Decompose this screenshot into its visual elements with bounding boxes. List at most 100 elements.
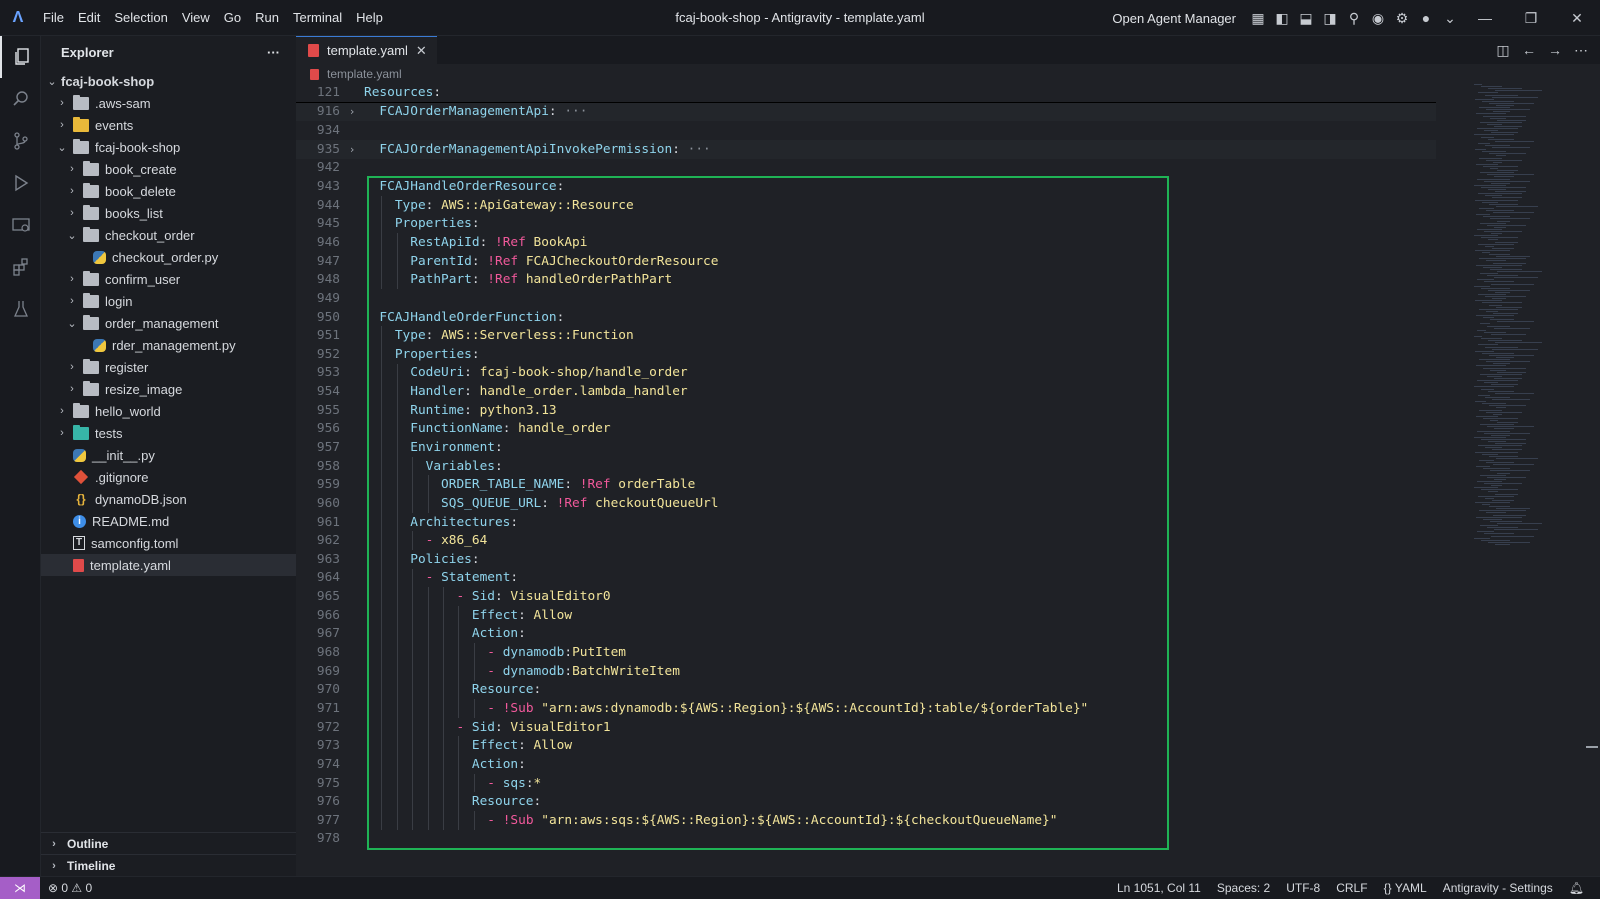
- tree-item[interactable]: Tsamconfig.toml: [41, 532, 296, 554]
- bell-icon[interactable]: 🔔︎: [1561, 881, 1592, 895]
- code-line[interactable]: 950 FCAJHandleOrderFunction:: [296, 308, 1436, 327]
- code-line[interactable]: 972 - Sid: VisualEditor1: [296, 717, 1436, 737]
- code-line[interactable]: 945 Properties:: [296, 214, 1436, 234]
- tree-item[interactable]: › .aws-sam: [41, 92, 296, 114]
- tree-item[interactable]: rder_management.py: [41, 334, 296, 356]
- tree-item[interactable]: {} dynamoDB.json: [41, 488, 296, 510]
- menu-terminal[interactable]: Terminal: [286, 0, 349, 36]
- tree-item[interactable]: template.yaml: [41, 554, 296, 576]
- code-line[interactable]: 949: [296, 289, 1436, 308]
- minimap[interactable]: [1470, 84, 1600, 874]
- restore-button[interactable]: ❐: [1508, 0, 1554, 36]
- tree-item[interactable]: checkout_order.py: [41, 246, 296, 268]
- outline-section[interactable]: › Outline: [41, 832, 296, 854]
- more-actions-icon[interactable]: ···: [267, 45, 280, 60]
- more-actions-icon[interactable]: ⋯: [1568, 42, 1594, 59]
- end-of-line[interactable]: CRLF: [1328, 881, 1375, 895]
- source-control-icon[interactable]: [0, 120, 41, 162]
- code-line[interactable]: 952 Properties:: [296, 344, 1436, 364]
- encoding[interactable]: UTF-8: [1278, 881, 1328, 895]
- avatar[interactable]: ●: [1414, 0, 1438, 36]
- go-forward-icon[interactable]: →: [1542, 42, 1568, 58]
- code-editor[interactable]: 121 Resources: 916 › FCAJOrderManagementApi…: [296, 84, 1436, 848]
- go-back-icon[interactable]: ←: [1516, 42, 1542, 58]
- breadcrumb-file[interactable]: template.yaml: [327, 67, 402, 81]
- close-window-button[interactable]: ✕: [1554, 0, 1600, 36]
- browser-icon[interactable]: ◉: [1366, 0, 1390, 36]
- tree-item[interactable]: › register: [41, 356, 296, 378]
- code-line[interactable]: 967 Action:: [296, 624, 1436, 644]
- code-line[interactable]: 954 Handler: handle_order.lambda_handler: [296, 382, 1436, 401]
- open-agent-manager-button[interactable]: Open Agent Manager: [1112, 11, 1236, 26]
- timeline-section[interactable]: › Timeline: [41, 854, 296, 876]
- code-line[interactable]: 961 Architectures:: [296, 512, 1436, 532]
- code-line[interactable]: 965 - Sid: VisualEditor0: [296, 587, 1436, 606]
- search-icon[interactable]: [0, 78, 41, 120]
- code-line[interactable]: 957 Environment:: [296, 438, 1436, 457]
- fold-chevron-icon[interactable]: ›: [340, 143, 364, 156]
- tree-root-folder[interactable]: ⌄ fcaj-book-shop: [41, 70, 296, 92]
- tree-item[interactable]: › login: [41, 290, 296, 312]
- tree-item[interactable]: ⌄ fcaj-book-shop: [41, 136, 296, 158]
- tree-item[interactable]: ⌄ order_management: [41, 312, 296, 334]
- tree-item[interactable]: › books_list: [41, 202, 296, 224]
- code-line[interactable]: 953 CodeUri: fcaj-book-shop/handle_order: [296, 363, 1436, 383]
- fold-chevron-icon[interactable]: ›: [340, 105, 364, 118]
- toggle-panel-icon[interactable]: ⬓: [1294, 0, 1318, 36]
- remote-explorer-icon[interactable]: [0, 204, 41, 246]
- code-line[interactable]: 948 PathPart: !Ref handleOrderPathPart: [296, 270, 1436, 290]
- language-mode[interactable]: {} YAML: [1376, 881, 1435, 895]
- cursor-position[interactable]: Ln 1051, Col 11: [1109, 881, 1209, 895]
- toggle-sidebar-icon[interactable]: ◧: [1270, 0, 1294, 36]
- code-line[interactable]: 935 › FCAJOrderManagementApiInvokePermiss…: [296, 139, 1436, 159]
- code-line[interactable]: 956 FunctionName: handle_order: [296, 419, 1436, 439]
- code-line[interactable]: 970 Resource:: [296, 680, 1436, 700]
- code-line[interactable]: 964 - Statement:: [296, 568, 1436, 588]
- indentation[interactable]: Spaces: 2: [1209, 881, 1278, 895]
- tab-template-yaml[interactable]: template.yaml ✕: [296, 36, 437, 64]
- code-line[interactable]: 944 Type: AWS::ApiGateway::Resource: [296, 195, 1436, 215]
- code-line[interactable]: 971 - !Sub "arn:aws:dynamodb:${AWS::Regi…: [296, 699, 1436, 718]
- code-line[interactable]: 975 - sqs:*: [296, 773, 1436, 793]
- tree-item[interactable]: ⌄ checkout_order: [41, 224, 296, 246]
- code-line[interactable]: 951 Type: AWS::Serverless::Function: [296, 326, 1436, 345]
- search-icon[interactable]: ⚲: [1342, 0, 1366, 36]
- code-line[interactable]: 977 - !Sub "arn:aws:sqs:${AWS::Region}:$…: [296, 810, 1436, 830]
- code-line[interactable]: 969 - dynamodb:BatchWriteItem: [296, 661, 1436, 681]
- code-line[interactable]: 973 Effect: Allow: [296, 736, 1436, 756]
- extensions-icon[interactable]: [0, 246, 41, 288]
- layout-icon[interactable]: ▦: [1246, 0, 1270, 36]
- code-line[interactable]: 962 - x86_64: [296, 531, 1436, 551]
- menu-selection[interactable]: Selection: [107, 0, 174, 36]
- menu-run[interactable]: Run: [248, 0, 286, 36]
- tree-item[interactable]: › hello_world: [41, 400, 296, 422]
- gear-icon[interactable]: ⚙: [1390, 0, 1414, 36]
- scrollbar-marker[interactable]: [1586, 746, 1598, 748]
- settings-link[interactable]: Antigravity - Settings: [1435, 881, 1561, 895]
- tree-item[interactable]: › resize_image: [41, 378, 296, 400]
- code-line[interactable]: 943 FCAJHandleOrderResource:: [296, 177, 1436, 196]
- explorer-icon[interactable]: [0, 36, 41, 78]
- code-line[interactable]: 942: [296, 159, 1436, 178]
- code-line[interactable]: 934: [296, 121, 1436, 140]
- menu-edit[interactable]: Edit: [71, 0, 107, 36]
- remote-indicator-icon[interactable]: ⋊: [0, 876, 40, 899]
- tree-item[interactable]: › tests: [41, 422, 296, 444]
- code-line[interactable]: 974 Action:: [296, 755, 1436, 774]
- code-line[interactable]: 968 - dynamodb:PutItem: [296, 643, 1436, 662]
- tree-item[interactable]: › confirm_user: [41, 268, 296, 290]
- minimize-button[interactable]: —: [1462, 0, 1508, 36]
- code-line[interactable]: 958 Variables:: [296, 456, 1436, 476]
- code-line[interactable]: 916 › FCAJOrderManagementApi: ···: [296, 102, 1436, 122]
- code-line[interactable]: 978: [296, 830, 1436, 849]
- code-line[interactable]: 955 Runtime: python3.13: [296, 400, 1436, 420]
- tree-item[interactable]: › book_delete: [41, 180, 296, 202]
- code-line[interactable]: 947 ParentId: !Ref FCAJCheckoutOrderReso…: [296, 251, 1436, 271]
- menu-file[interactable]: File: [36, 0, 71, 36]
- menu-go[interactable]: Go: [217, 0, 248, 36]
- code-line[interactable]: 963 Policies:: [296, 550, 1436, 569]
- tree-item[interactable]: › book_create: [41, 158, 296, 180]
- code-line[interactable]: 946 RestApiId: !Ref BookApi: [296, 233, 1436, 252]
- tree-item[interactable]: .gitignore: [41, 466, 296, 488]
- code-line[interactable]: 960 SQS_QUEUE_URL: !Ref checkoutQueueUrl: [296, 494, 1436, 513]
